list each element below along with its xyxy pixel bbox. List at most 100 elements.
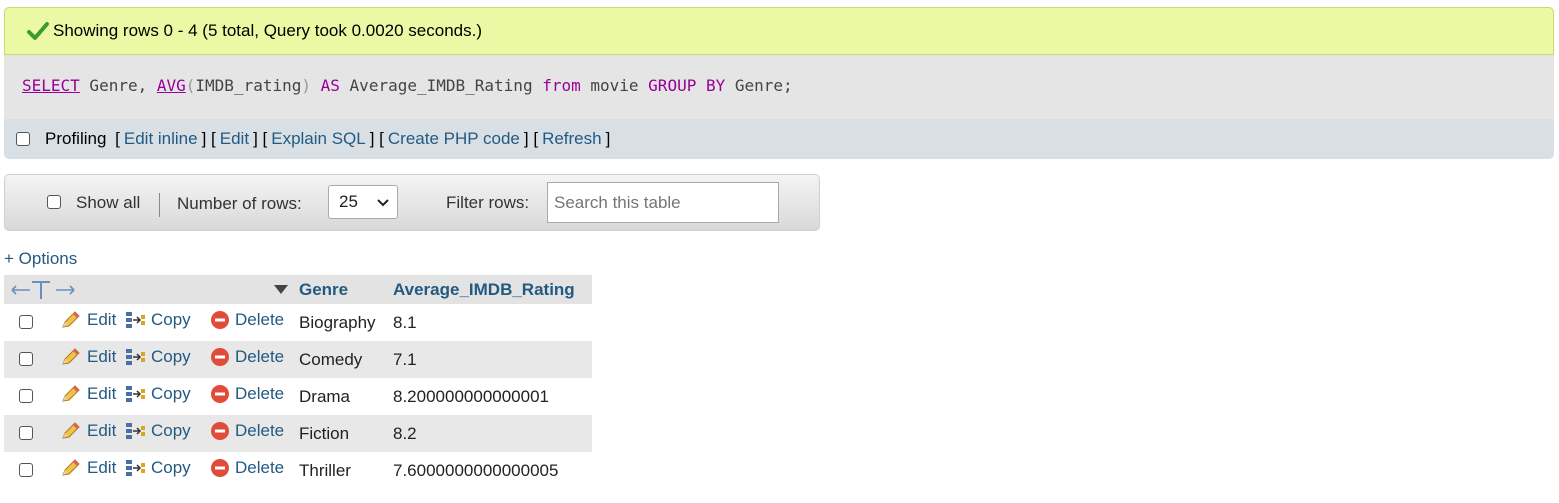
genre-cell[interactable]: Biography [296, 304, 387, 341]
pencil-icon [62, 459, 80, 476]
rating-cell[interactable]: 7.1 [387, 341, 592, 378]
row-checkbox[interactable] [19, 425, 33, 440]
delete-icon [211, 348, 229, 366]
edit-row-button[interactable]: Edit [60, 347, 116, 367]
column-header-rating[interactable]: Average_IMDB_Rating [387, 275, 592, 304]
sql-keyword: GROUP BY [648, 76, 726, 95]
copy-row-button[interactable]: Copy [124, 421, 191, 441]
column-header-genre[interactable]: Genre [296, 275, 387, 304]
edit-label: Edit [87, 310, 117, 329]
copy-label: Copy [151, 384, 191, 403]
chevron-down-icon [377, 199, 389, 207]
genre-cell[interactable]: Comedy [296, 341, 387, 378]
delete-icon [211, 311, 229, 329]
rows-per-page-select[interactable]: 25 [328, 185, 398, 219]
edit-row-button[interactable]: Edit [60, 310, 116, 330]
copy-icon [126, 312, 145, 328]
profiling-label: Profiling [45, 129, 107, 148]
copy-label: Copy [151, 310, 191, 329]
row-checkbox[interactable] [19, 351, 33, 366]
results-table: Genre Average_IMDB_Rating Edit Copy Dele… [4, 275, 592, 489]
options-link[interactable]: + Options [4, 249, 77, 269]
pencil-icon [62, 385, 80, 402]
rating-cell[interactable]: 8.200000000000001 [387, 378, 592, 415]
row-checkbox[interactable] [19, 314, 33, 329]
table-row: Edit Copy De [4, 452, 592, 489]
edit-label: Edit [87, 458, 117, 477]
row-checkbox[interactable] [19, 462, 33, 477]
show-all-label[interactable]: Show all [76, 193, 140, 213]
genre-cell[interactable]: Fiction [296, 415, 387, 452]
profiling-bar: Profiling [ Edit inline ] [ Edit ] [ Exp… [4, 119, 1554, 159]
sort-down-icon[interactable] [274, 284, 288, 295]
filter-rows-label: Filter rows: [446, 193, 530, 212]
edit-label: Edit [87, 347, 117, 366]
delete-icon [211, 385, 229, 403]
row-checkbox[interactable] [19, 388, 33, 403]
sql-table: movie [580, 76, 649, 95]
rating-cell[interactable]: 8.2 [387, 415, 592, 452]
sql-keyword[interactable]: SELECT [22, 76, 80, 95]
genre-cell[interactable]: Drama [296, 378, 387, 415]
rows-per-page-value: 25 [339, 192, 358, 211]
table-navigation: Show all Number of rows: 25 Filter rows: [4, 174, 820, 231]
edit-row-button[interactable]: Edit [60, 421, 116, 441]
copy-row-button[interactable]: Copy [124, 347, 191, 367]
delete-label: Delete [235, 310, 285, 329]
column-header-link[interactable]: Genre [299, 280, 348, 299]
rating-cell[interactable]: 8.1 [387, 304, 592, 341]
sql-alias: Average_IMDB_Rating [349, 76, 543, 95]
copy-icon [126, 423, 145, 439]
search-input[interactable] [547, 182, 779, 223]
delete-icon [211, 459, 229, 477]
copy-icon [126, 386, 145, 402]
column-toggle-arrows-icon[interactable] [10, 279, 78, 301]
delete-row-button[interactable]: Delete [210, 310, 284, 330]
copy-icon [126, 460, 145, 476]
sql-query: SELECT Genre, AVG(IMDB_rating) AS Averag… [4, 55, 1554, 119]
table-row: Edit Copy De [4, 304, 592, 341]
copy-label: Copy [151, 458, 191, 477]
checkmark-icon [27, 22, 49, 40]
rating-cell[interactable]: 7.6000000000000005 [387, 452, 592, 489]
table-header-row: Genre Average_IMDB_Rating [4, 275, 592, 304]
sql-function[interactable]: AVG [157, 76, 186, 95]
sql-column: Genre, [79, 76, 157, 95]
column-header-link[interactable]: Average_IMDB_Rating [393, 280, 575, 299]
table-row: Edit Copy De [4, 341, 592, 378]
delete-row-button[interactable]: Delete [210, 347, 284, 367]
delete-icon [211, 422, 229, 440]
delete-label: Delete [235, 458, 285, 477]
delete-row-button[interactable]: Delete [210, 384, 284, 404]
edit-link[interactable]: Edit [220, 129, 249, 149]
edit-label: Edit [87, 384, 117, 403]
genre-cell[interactable]: Thriller [296, 452, 387, 489]
sql-paren: ) [301, 76, 312, 95]
sql-column: Genre; [725, 76, 793, 95]
pencil-icon [62, 422, 80, 439]
edit-row-button[interactable]: Edit [60, 458, 116, 478]
delete-label: Delete [235, 384, 285, 403]
show-all-checkbox[interactable] [47, 195, 61, 209]
refresh-link[interactable]: Refresh [542, 129, 602, 149]
create-php-code-link[interactable]: Create PHP code [388, 129, 520, 149]
sql-arg: IMDB_rating [195, 76, 302, 95]
edit-label: Edit [87, 421, 117, 440]
delete-row-button[interactable]: Delete [210, 421, 284, 441]
sql-paren: ( [185, 76, 196, 95]
success-message: Showing rows 0 - 4 (5 total, Query took … [4, 7, 1554, 55]
explain-sql-link[interactable]: Explain SQL [271, 129, 366, 149]
copy-icon [126, 349, 145, 365]
copy-row-button[interactable]: Copy [124, 384, 191, 404]
edit-inline-link[interactable]: Edit inline [124, 129, 198, 149]
copy-label: Copy [151, 347, 191, 366]
table-row: Edit Copy De [4, 415, 592, 452]
profiling-checkbox[interactable] [16, 132, 30, 146]
copy-row-button[interactable]: Copy [124, 310, 191, 330]
delete-label: Delete [235, 347, 285, 366]
edit-row-button[interactable]: Edit [60, 384, 116, 404]
copy-row-button[interactable]: Copy [124, 458, 191, 478]
delete-row-button[interactable]: Delete [210, 458, 284, 478]
number-of-rows-label: Number of rows: [177, 194, 302, 213]
table-row: Edit Copy De [4, 378, 592, 415]
